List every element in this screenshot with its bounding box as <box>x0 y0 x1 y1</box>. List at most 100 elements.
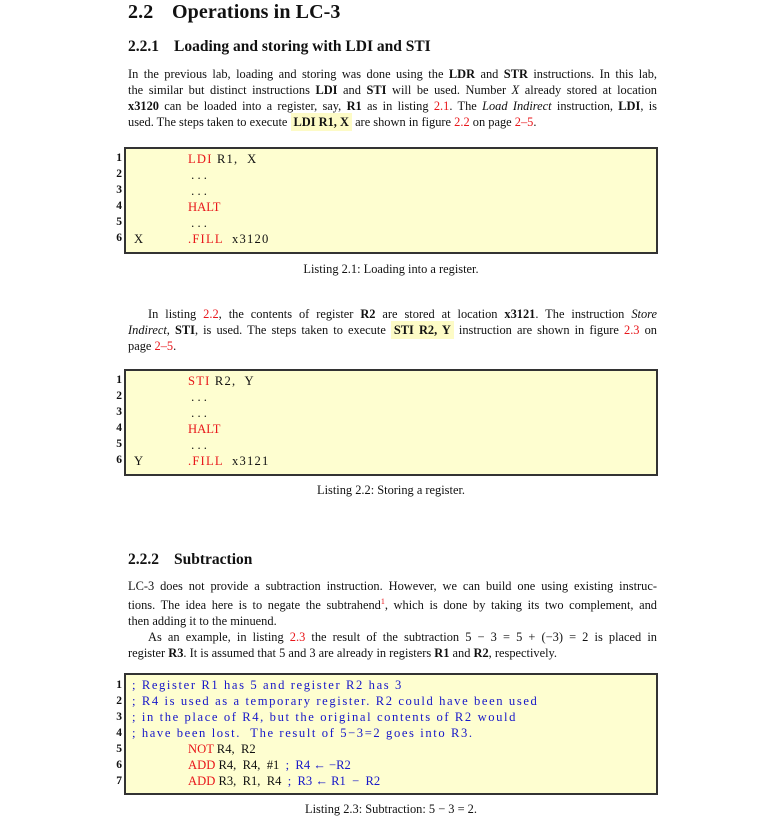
line-number: 2 <box>116 390 122 402</box>
para-line: used. The steps taken to execute LDI R1,… <box>128 113 657 131</box>
line-numbers: 1 2 3 4 5 6 <box>110 372 122 468</box>
operands: x3120 <box>223 232 270 246</box>
line-number: 6 <box>116 232 122 244</box>
code-listing-1: LDI R1, X . . . . . . HALT . . . X .FILL … <box>124 147 658 254</box>
line-number: 5 <box>116 743 122 755</box>
text: . The instruction <box>535 307 632 321</box>
paragraph-store: In listing 2.2, the contents of register… <box>128 306 657 354</box>
line-number: 2 <box>116 168 122 180</box>
subsection-heading-subtraction: 2.2.2 Subtraction <box>128 551 252 569</box>
line-number: 3 <box>116 184 122 196</box>
register: R1 <box>434 646 450 661</box>
operands: . . . <box>188 438 207 452</box>
para-line: x3120 can be loaded into a register, say… <box>128 98 657 114</box>
text: register <box>128 646 169 661</box>
text: will be used. Number <box>386 83 512 97</box>
line-number: 5 <box>116 438 122 450</box>
register: R3 <box>168 646 184 661</box>
opcode: ADD <box>188 774 216 788</box>
listing-ref-link[interactable]: 2.3 <box>290 630 306 644</box>
subsection-number: 2.2.1 <box>128 38 159 55</box>
term: Indirect <box>128 323 167 337</box>
figure-ref-link[interactable]: 2.3 <box>624 323 640 337</box>
term: Load Indirect <box>482 99 552 113</box>
subsection-title: Loading and storing with LDI and STI <box>174 38 431 55</box>
figure-ref-link[interactable]: 2.2 <box>454 115 470 129</box>
instr-str: STR <box>503 67 528 81</box>
operands: R2, Y <box>210 374 255 388</box>
code-comment: ; have been lost. The result of 5−3=2 go… <box>132 726 474 740</box>
page-ref-link[interactable]: 2–5 <box>155 339 174 353</box>
code-label: Y <box>134 454 144 468</box>
opcode: HALT <box>188 200 221 214</box>
text: the similar but distinct instructions <box>128 83 316 97</box>
line-number: 4 <box>116 200 122 212</box>
section-heading: 2.2 Operations in LC-3 <box>128 1 340 24</box>
opcode: STI <box>188 374 211 388</box>
listing-ref-link[interactable]: 2.1 <box>434 99 450 113</box>
page-ref-link[interactable]: 2–5 <box>515 115 534 129</box>
subsection-heading-loading: 2.2.1 Loading and storing with LDI and ST… <box>128 38 431 56</box>
inline-comment: ; R4 ← −R2 <box>285 758 351 772</box>
text: , is <box>640 99 657 113</box>
text: instruction, <box>551 99 619 113</box>
listing-caption: Listing 2.1: Loading into a register. <box>303 262 479 276</box>
text: page <box>128 339 155 353</box>
operands: . . . <box>188 390 207 404</box>
operands: R4, R2 <box>213 742 256 756</box>
inline-comment: ; R3 ← R1 − R2 <box>287 774 381 788</box>
text: instruction are shown in figure <box>458 323 624 337</box>
text: , respectively. <box>488 646 558 661</box>
text: In the previous lab, loading and storing… <box>128 67 449 81</box>
text: As an example, in listing <box>148 630 290 645</box>
para-line: Indirect, STI, is used. The steps taken … <box>128 321 657 339</box>
para-line: In listing 2.2, the contents of register… <box>128 306 657 322</box>
text: and <box>475 67 504 81</box>
line-number: 4 <box>116 727 122 739</box>
address: x3120 <box>128 99 159 113</box>
text: , the contents of register <box>218 307 361 321</box>
operands: x3121 <box>223 454 270 468</box>
line-number: 1 <box>116 152 122 164</box>
operands: R3, R1, R4 <box>215 774 288 788</box>
line-number: 7 <box>116 775 122 787</box>
register: R2 <box>473 646 489 661</box>
inline-code-highlight: LDI R1, X <box>290 113 352 131</box>
text: can be loaded into a register, say, <box>158 99 347 113</box>
section-number: 2.2 <box>128 1 154 23</box>
para-line: page 2–5. <box>128 338 657 354</box>
line-number: 2 <box>116 695 122 707</box>
subsection-number: 2.2.2 <box>128 551 159 568</box>
opcode: .FILL <box>188 454 224 468</box>
paragraph-intro: In the previous lab, loading and storing… <box>128 66 657 131</box>
para-line: tions. The idea here is to negate the su… <box>128 594 657 613</box>
instr-sti: STI <box>174 323 195 337</box>
listing-ref-link[interactable]: 2.2 <box>203 307 219 321</box>
instr-sti: STI <box>366 83 387 97</box>
operands: . . . <box>188 184 207 198</box>
line-number: 6 <box>116 454 122 466</box>
text: , <box>166 323 175 337</box>
text: on page <box>469 115 515 129</box>
text: instructions. In this lab, <box>527 67 657 81</box>
code-comment: ; in the place of R4, but the original c… <box>132 710 518 724</box>
inline-code-highlight: STI R2, Y <box>390 321 454 339</box>
text: , which is done by taking its two comple… <box>384 598 657 613</box>
register: R1 <box>346 99 362 113</box>
text: already stored at location <box>519 83 657 97</box>
text: . <box>533 115 537 129</box>
line-number: 3 <box>116 711 122 723</box>
text: as in listing <box>361 99 434 113</box>
instr-ldi: LDI <box>618 99 641 113</box>
para-line: As an example, in listing 2.3 the result… <box>128 629 657 645</box>
line-number: 6 <box>116 759 122 771</box>
instr-ldr: LDR <box>448 67 476 81</box>
text: and <box>449 646 474 661</box>
text: are stored at location <box>375 307 505 321</box>
subsection-title: Subtraction <box>174 551 253 568</box>
para-line: the similar but distinct instructions LD… <box>128 82 657 98</box>
para-line: LC-3 does not provide a subtraction inst… <box>128 579 657 593</box>
text: , is used. The steps taken to execute <box>194 323 391 337</box>
line-numbers: 1 2 3 4 5 6 <box>110 150 122 246</box>
listing-caption: Listing 2.3: Subtraction: 5 − 3 = 2. <box>305 802 477 816</box>
